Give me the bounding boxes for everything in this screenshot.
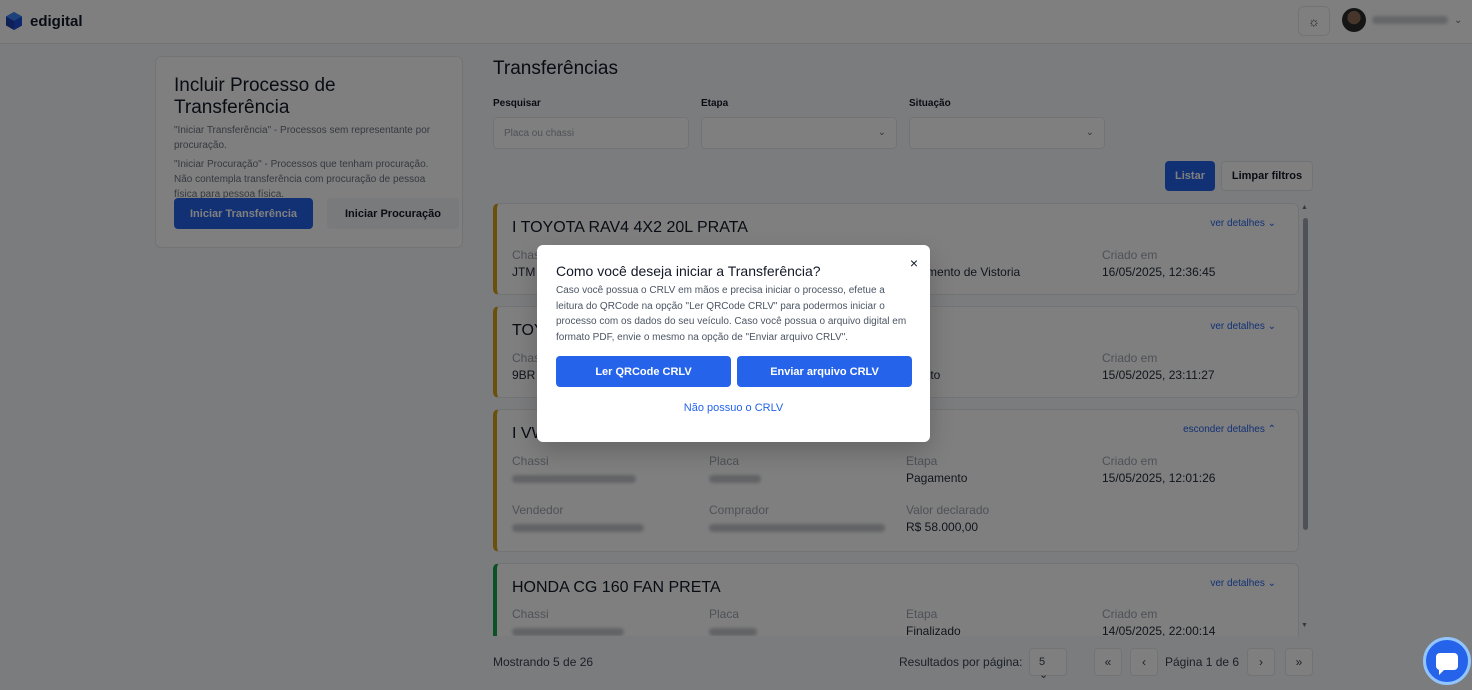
modal-title: Como você deseja iniciar a Transferência… [556,263,821,279]
start-transfer-modal: × Como você deseja iniciar a Transferênc… [537,245,930,442]
no-crlv-link[interactable]: Não possuo o CRLV [537,402,930,414]
read-qrcode-button[interactable]: Ler QRCode CRLV [556,356,731,387]
modal-description: Caso você possua o CRLV em mãos e precis… [556,285,907,343]
chat-button[interactable] [1423,637,1471,685]
chat-bubble-icon [1436,652,1458,675]
close-icon[interactable]: × [910,255,918,271]
upload-crlv-button[interactable]: Enviar arquivo CRLV [737,356,912,387]
